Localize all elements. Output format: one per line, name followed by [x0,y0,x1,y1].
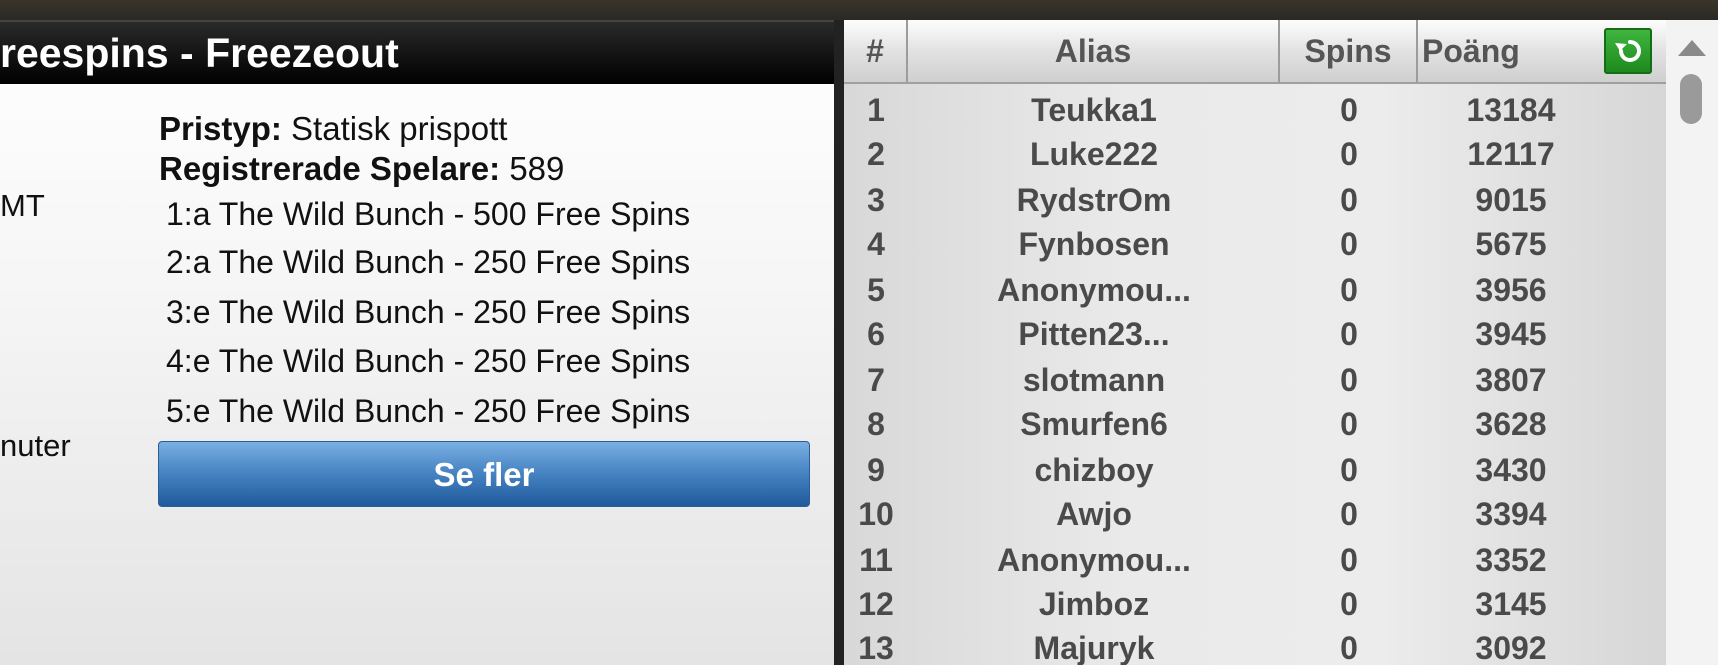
alias-cell: Teukka1 [1031,92,1157,128]
alias-cell: Fynbosen [1018,226,1170,262]
points-cell: 3430 [1475,452,1547,488]
refresh-button[interactable] [1604,28,1652,74]
side-label-time: MT [0,188,45,223]
rank-cell: 11 [859,542,893,578]
scrollbar-thumb[interactable] [1680,74,1702,124]
spins-cell: 0 [1340,452,1358,488]
spins-cell: 0 [1340,92,1358,128]
rank-cell: 1 [867,92,885,128]
alias-cell: slotmann [1022,362,1166,398]
table-row[interactable]: 10 Awjo 0 3394 [844,492,1666,536]
leaderboard-panel: # Alias Spins Poäng 1 Teukka1 0 13184 2 … [844,20,1666,665]
rank-cell: 7 [867,362,885,398]
prize-type: Pristyp: Statisk prispott [159,110,507,148]
see-more-button[interactable]: Se fler [158,441,810,507]
table-row[interactable]: 5 Anonymou... 0 3956 [844,268,1666,312]
prize-item: 5:e The Wild Bunch - 250 Free Spins [166,393,691,429]
rank-cell: 2 [867,136,885,172]
tournament-title: reespins - Freezeout [0,30,399,76]
rank-cell: 9 [867,452,885,488]
alias-cell: Luke222 [1029,136,1159,172]
rank-cell: 4 [867,226,885,262]
tournament-info-panel: reespins - Freezeout MT nuter Pristyp: S… [0,20,834,665]
panel-divider [834,20,844,665]
table-row[interactable]: 6 Pitten23... 0 3945 [844,312,1666,356]
top-strip [0,0,1718,20]
spins-cell: 0 [1340,136,1358,172]
title-bar: reespins - Freezeout [0,20,834,84]
points-cell: 3352 [1475,542,1547,578]
rank-cell: 6 [867,316,885,352]
table-row[interactable]: 13 Majuryk 0 3092 [844,626,1666,665]
prize-type-value: Statisk prispott [291,110,508,147]
refresh-icon [1615,40,1641,62]
points-cell: 3628 [1475,406,1547,442]
points-cell: 3956 [1475,272,1547,308]
header-spins[interactable]: Spins [1280,20,1418,82]
alias-cell: chizboy [1034,452,1154,488]
rank-cell: 13 [858,630,894,665]
scroll-up-arrow-icon[interactable] [1666,32,1718,72]
alias-cell: RydstrOm [1016,182,1172,218]
prize-item: 4:e The Wild Bunch - 250 Free Spins [166,343,691,379]
rank-cell: 10 [858,496,894,532]
rank-cell: 3 [867,182,885,218]
table-row[interactable]: 3 RydstrOm 0 9015 [844,178,1666,222]
points-cell: 3945 [1475,316,1547,352]
points-cell: 3394 [1475,496,1547,532]
points-cell: 5675 [1475,226,1547,262]
header-alias[interactable]: Alias [908,20,1280,82]
points-cell: 12117 [1467,136,1555,172]
leaderboard-scrollbar[interactable] [1666,20,1718,665]
table-row[interactable]: 4 Fynbosen 0 5675 [844,222,1666,266]
points-cell: 3092 [1475,630,1547,665]
prize-item: 2:a The Wild Bunch - 250 Free Spins [166,244,691,280]
rank-cell: 8 [867,406,885,442]
header-rank[interactable]: # [844,20,908,82]
table-row[interactable]: 7 slotmann 0 3807 [844,358,1666,402]
spins-cell: 0 [1340,586,1358,622]
spins-cell: 0 [1340,542,1358,578]
spins-cell: 0 [1340,182,1358,218]
alias-cell: Jimboz [1038,586,1150,622]
spins-cell: 0 [1340,630,1358,665]
registered-value: 589 [509,150,565,187]
alias-cell: Awjo [1056,496,1132,532]
prize-item: 1:a The Wild Bunch - 500 Free Spins [166,196,691,232]
alias-cell: Smurfen6 [1020,406,1168,442]
points-cell: 3145 [1475,586,1547,622]
registered-label: Registrerade Spelare: [159,150,501,187]
table-row[interactable]: 12 Jimboz 0 3145 [844,582,1666,626]
table-row[interactable]: 9 chizboy 0 3430 [844,448,1666,492]
spins-cell: 0 [1340,272,1358,308]
table-row[interactable]: 8 Smurfen6 0 3628 [844,402,1666,446]
rank-cell: 12 [858,586,894,622]
points-cell: 3807 [1475,362,1547,398]
spins-cell: 0 [1340,226,1358,262]
rank-cell: 5 [867,272,885,308]
table-row[interactable]: 1 Teukka1 0 13184 [844,88,1666,132]
spins-cell: 0 [1340,496,1358,532]
prize-type-label: Pristyp: [159,110,282,147]
table-row[interactable]: 2 Luke222 0 12117 [844,132,1666,176]
prize-item: 3:e The Wild Bunch - 250 Free Spins [166,294,691,330]
alias-cell: Pitten23... [1018,316,1170,352]
side-label-minutes: nuter [0,428,71,463]
registered-players: Registrerade Spelare: 589 [159,150,564,188]
alias-cell: Anonymou... [997,542,1191,578]
points-cell: 13184 [1466,92,1556,128]
spins-cell: 0 [1340,316,1358,352]
spins-cell: 0 [1340,406,1358,442]
table-row[interactable]: 11 Anonymou... 0 3352 [844,538,1666,582]
points-cell: 9015 [1475,182,1547,218]
leaderboard-header: # Alias Spins Poäng [844,20,1666,84]
spins-cell: 0 [1340,362,1358,398]
alias-cell: Anonymou... [997,272,1191,308]
alias-cell: Majuryk [1033,630,1155,665]
